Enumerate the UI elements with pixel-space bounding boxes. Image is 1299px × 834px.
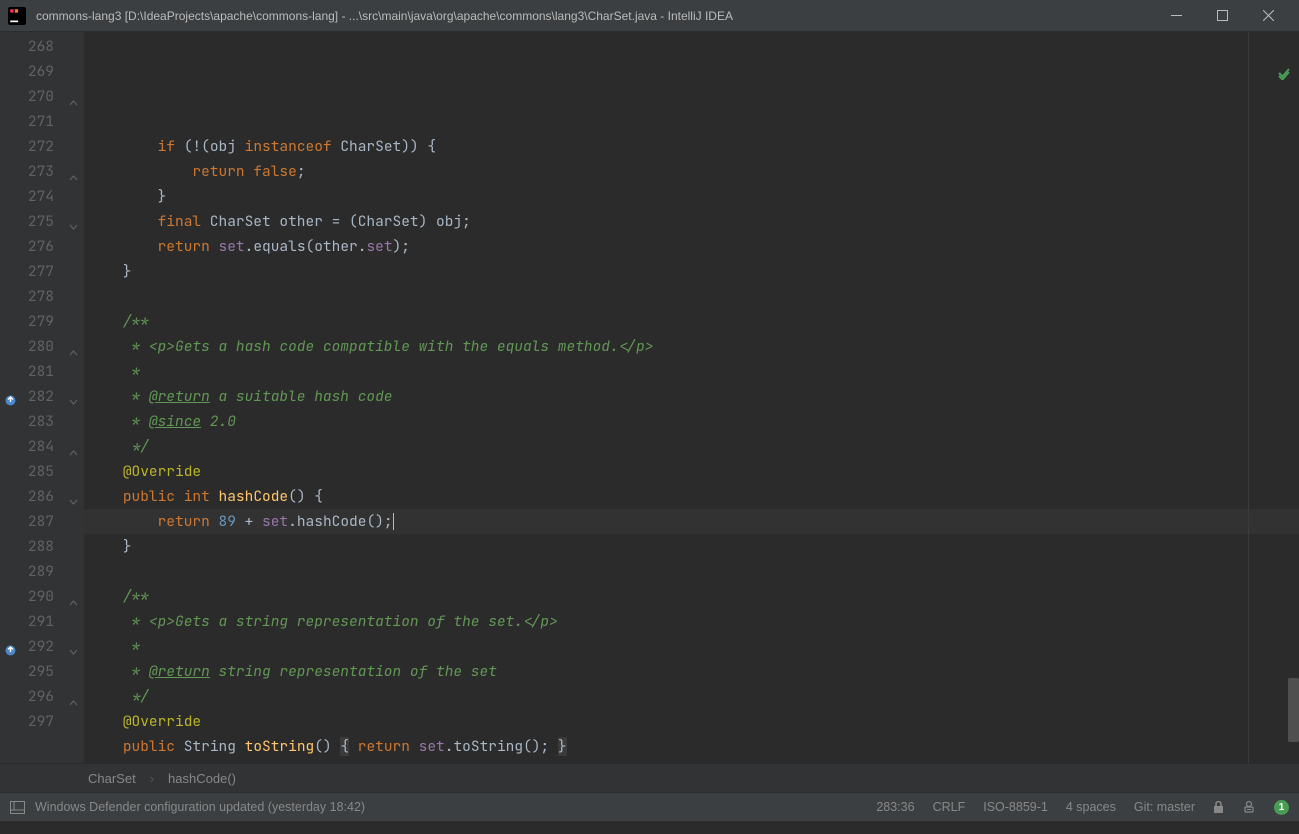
line-number[interactable]: 282	[0, 384, 84, 409]
cursor-position[interactable]: 283:36	[876, 800, 914, 814]
line-number[interactable]: 277	[0, 259, 84, 284]
title-bar: commons-lang3 [D:\IdeaProjects\apache\co…	[0, 0, 1299, 32]
code-line[interactable]: * @return a suitable hash code	[84, 384, 1299, 409]
line-number[interactable]: 297	[0, 709, 84, 734]
code-line[interactable]: return false;	[84, 159, 1299, 184]
maximize-button[interactable]	[1199, 0, 1245, 32]
line-number[interactable]: 292	[0, 634, 84, 659]
line-number[interactable]: 291	[0, 609, 84, 634]
close-button[interactable]	[1245, 0, 1291, 32]
notification-badge[interactable]: 1	[1274, 800, 1289, 815]
scrollbar-thumb[interactable]	[1288, 678, 1299, 742]
line-number[interactable]: 290	[0, 584, 84, 609]
code-line[interactable]: final CharSet other = (CharSet) obj;	[84, 209, 1299, 234]
line-number[interactable]: 268	[0, 34, 84, 59]
code-line[interactable]: return 89 + set.hashCode();	[84, 509, 1299, 534]
fold-icon[interactable]	[66, 690, 78, 702]
code-line[interactable]: }	[84, 259, 1299, 284]
tool-window-icon[interactable]	[10, 801, 25, 814]
text-caret	[393, 513, 394, 530]
code-line[interactable]: * @return string representation of the s…	[84, 659, 1299, 684]
code-line[interactable]: @Override	[84, 459, 1299, 484]
fold-icon[interactable]	[66, 390, 78, 402]
line-number[interactable]: 279	[0, 309, 84, 334]
line-number[interactable]: 278	[0, 284, 84, 309]
fold-icon[interactable]	[66, 640, 78, 652]
line-number[interactable]: 283	[0, 409, 84, 434]
code-line[interactable]: * <p>Gets a hash code compatible with th…	[84, 334, 1299, 359]
line-number[interactable]: 284	[0, 434, 84, 459]
code-area[interactable]: if (!(obj instanceof CharSet)) { return …	[84, 32, 1299, 763]
code-line[interactable]: }	[84, 534, 1299, 559]
fold-icon[interactable]	[66, 215, 78, 227]
override-icon[interactable]	[4, 390, 17, 403]
line-number[interactable]: 274	[0, 184, 84, 209]
code-line[interactable]: public String toString() { return set.to…	[84, 734, 1299, 759]
line-number[interactable]: 288	[0, 534, 84, 559]
editor[interactable]: 2682692702712722732742752762772782792802…	[0, 32, 1299, 763]
fold-icon[interactable]	[66, 165, 78, 177]
code-line[interactable]: public int hashCode() {	[84, 484, 1299, 509]
breadcrumbs[interactable]: CharSet › hashCode()	[0, 763, 1299, 792]
line-number[interactable]: 287	[0, 509, 84, 534]
code-line[interactable]	[84, 284, 1299, 309]
ide-features-icon[interactable]	[1242, 800, 1256, 814]
line-number[interactable]: 272	[0, 134, 84, 159]
fold-icon[interactable]	[66, 490, 78, 502]
line-number[interactable]: 269	[0, 59, 84, 84]
line-number[interactable]: 286	[0, 484, 84, 509]
code-line[interactable]: }	[84, 184, 1299, 209]
lock-icon[interactable]	[1213, 801, 1224, 814]
code-line[interactable]	[84, 559, 1299, 584]
code-line[interactable]: return set.equals(other.set);	[84, 234, 1299, 259]
fold-icon[interactable]	[66, 590, 78, 602]
breadcrumb-method[interactable]: hashCode()	[168, 771, 236, 786]
inspection-ok-icon[interactable]	[1225, 38, 1291, 113]
status-bar: Windows Defender configuration updated (…	[0, 792, 1299, 821]
status-message: Windows Defender configuration updated (…	[35, 800, 365, 814]
code-line[interactable]: *	[84, 634, 1299, 659]
code-line[interactable]: /**	[84, 584, 1299, 609]
fold-icon[interactable]	[66, 90, 78, 102]
chevron-right-icon: ›	[150, 771, 154, 786]
code-line[interactable]: */	[84, 434, 1299, 459]
line-number[interactable]: 270	[0, 84, 84, 109]
code-line[interactable]: *	[84, 359, 1299, 384]
git-branch[interactable]: Git: master	[1134, 800, 1195, 814]
gutter[interactable]: 2682692702712722732742752762772782792802…	[0, 32, 84, 763]
minimize-button[interactable]	[1153, 0, 1199, 32]
line-number[interactable]: 285	[0, 459, 84, 484]
line-number[interactable]: 280	[0, 334, 84, 359]
indent-setting[interactable]: 4 spaces	[1066, 800, 1116, 814]
code-line[interactable]: @Override	[84, 709, 1299, 734]
fold-icon[interactable]	[66, 340, 78, 352]
code-line[interactable]: * @since 2.0	[84, 409, 1299, 434]
line-number[interactable]: 271	[0, 109, 84, 134]
code-line[interactable]: /**	[84, 309, 1299, 334]
line-number[interactable]: 296	[0, 684, 84, 709]
app-logo-icon	[8, 7, 26, 25]
line-number[interactable]: 273	[0, 159, 84, 184]
line-number[interactable]: 276	[0, 234, 84, 259]
line-number[interactable]: 295	[0, 659, 84, 684]
override-icon[interactable]	[4, 640, 17, 653]
code-line[interactable]: * <p>Gets a string representation of the…	[84, 609, 1299, 634]
line-number[interactable]: 289	[0, 559, 84, 584]
right-margin-guide	[1248, 32, 1249, 763]
code-line[interactable]: */	[84, 684, 1299, 709]
window-title: commons-lang3 [D:\IdeaProjects\apache\co…	[36, 9, 1153, 23]
file-encoding[interactable]: ISO-8859-1	[983, 800, 1048, 814]
breadcrumb-class[interactable]: CharSet	[88, 771, 136, 786]
code-line[interactable]: if (!(obj instanceof CharSet)) {	[84, 134, 1299, 159]
fold-icon[interactable]	[66, 440, 78, 452]
line-number[interactable]: 281	[0, 359, 84, 384]
line-separator[interactable]: CRLF	[933, 800, 966, 814]
line-number[interactable]: 275	[0, 209, 84, 234]
